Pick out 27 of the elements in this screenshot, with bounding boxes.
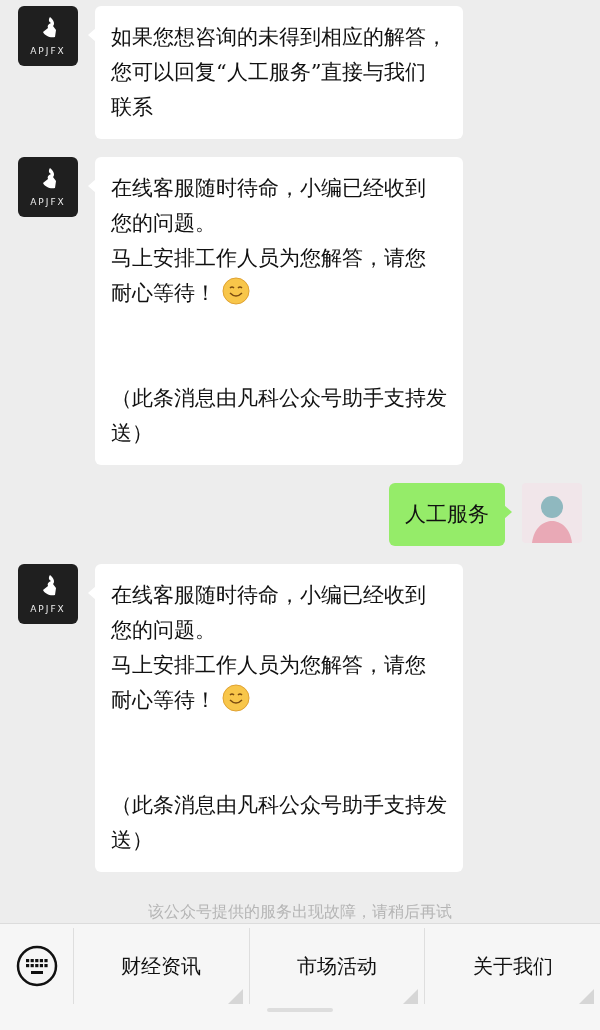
menu-button[interactable]: 财经资讯 <box>73 928 249 1004</box>
corner-icon <box>403 989 419 1004</box>
message-text: 马上安排工作人员为您解答，请您 <box>111 653 426 677</box>
logo-text: APJFX <box>30 46 66 56</box>
logo-text: APJFX <box>30 604 66 614</box>
keyboard-icon[interactable] <box>16 945 58 987</box>
message-text: 在线客服随时待命，小编已经收到 <box>111 176 426 200</box>
message-text: 如果您想咨询的未得到相应的解答， <box>111 25 447 49</box>
message-text: 您可以回复“人工服务”直接与我们 <box>111 60 427 84</box>
corner-icon <box>579 989 594 1004</box>
corner-icon <box>227 989 243 1004</box>
logo-text: APJFX <box>30 197 66 207</box>
menu-button[interactable]: 市场活动 <box>248 928 425 1004</box>
message-text: 马上安排工作人员为您解答，请您 <box>111 246 426 270</box>
message-text: 人工服务 <box>405 502 489 526</box>
message-text: 耐心等待！ <box>111 281 216 305</box>
menu-button[interactable]: 关于我们 <box>424 928 600 1004</box>
user-avatar <box>522 483 582 543</box>
message-text: 您的问题。 <box>111 211 216 235</box>
message-note: 送） <box>111 421 153 445</box>
message-text: 在线客服随时待命，小编已经收到 <box>111 583 426 607</box>
message-text: 联系 <box>111 95 153 119</box>
message-text: 耐心等待！ <box>111 688 216 712</box>
message-text: 您的问题。 <box>111 618 216 642</box>
message-note: （此条消息由凡科公众号助手支持发 <box>111 386 447 410</box>
message-note: 送） <box>111 828 153 852</box>
message-note: （此条消息由凡科公众号助手支持发 <box>111 793 447 817</box>
